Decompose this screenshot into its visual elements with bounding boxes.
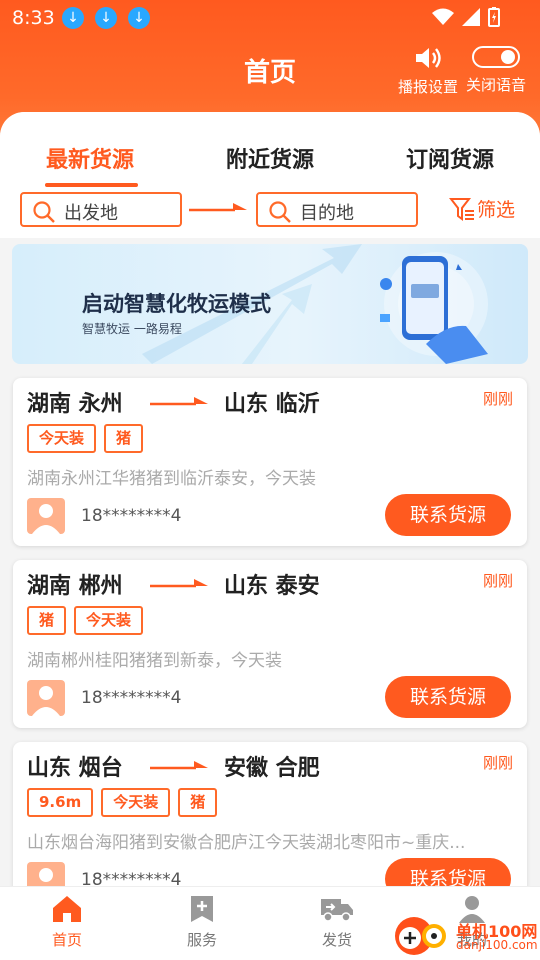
tabbar-home[interactable]: 首页 [27,895,107,950]
card-description: 湖南永州江华猪猪到临沂泰安，今天装 [27,469,316,489]
tab-subscribed[interactable]: 订阅货源 [360,142,540,174]
card-phone: 18********4 [81,688,182,708]
toggle-switch-icon [472,46,520,68]
card-time: 刚刚 [482,572,513,590]
service-icon [191,896,213,922]
watermark-url: danji100.com [456,938,538,952]
tab-latest[interactable]: 最新货源 [0,142,180,174]
card-tags: 猪 今天装 [27,606,144,635]
download-icon: ↓ [62,7,84,29]
card-origin: 湖南 永州 [27,392,123,417]
card-time: 刚刚 [482,754,513,772]
user-icon [32,504,60,534]
route-arrow-icon [189,203,247,212]
speaker-icon [416,48,441,68]
card-tag: 今天装 [101,788,171,817]
truck-icon [321,899,353,922]
card-time: 刚刚 [482,390,513,408]
tab-nearby[interactable]: 附近货源 [180,142,360,174]
card-tag: 猪 [178,788,218,817]
wifi-icon [432,8,454,25]
filter-button[interactable]: 筛选 [449,195,515,222]
cargo-card[interactable]: 湖南 永州 山东 临沂 刚刚 今天装 猪 湖南永州江华猪猪到临沂泰安，今天装 1… [13,378,527,546]
tabbar-ship[interactable]: 发货 [297,895,377,950]
download-icon: ↓ [128,7,150,29]
cargo-card[interactable]: 湖南 郴州 山东 泰安 刚刚 猪 今天装 湖南郴州桂阳猪猪到新泰，今天装 18*… [13,560,527,728]
origin-placeholder: 出发地 [64,203,118,224]
card-description: 湖南郴州桂阳猪猪到新泰，今天装 [27,651,282,671]
tab-indicator [45,183,138,187]
destination-input[interactable]: 目的地 [256,192,418,227]
contact-source-button[interactable]: 联系货源 [385,676,511,718]
card-tag: 9.6m [27,788,94,817]
tabbar-home-label: 首页 [51,931,82,949]
watermark-logo-icon [395,917,446,955]
card-origin: 山东 烟台 [27,756,123,781]
download-icon: ↓ [95,7,117,29]
cargo-card[interactable]: 山东 烟台 安徽 合肥 刚刚 9.6m 今天装 猪 山东烟台海阳猪到安徽合肥庐江… [13,742,527,910]
page-title: 首页 [243,58,296,88]
battery-icon [488,7,500,27]
destination-placeholder: 目的地 [300,203,354,224]
card-tag: 猪 [27,606,67,635]
tabbar-service[interactable]: 服务 [162,895,242,950]
voice-toggle-label: 关闭语音 [466,76,527,94]
voice-toggle[interactable]: 关闭语音 [466,46,526,95]
search-icon [33,201,55,223]
avatar [27,680,65,716]
broadcast-settings-button[interactable]: 播报设置 [398,46,458,97]
home-icon [53,896,81,922]
origin-input[interactable]: 出发地 [20,192,182,227]
card-tag: 今天装 [27,424,97,453]
tabbar-service-label: 服务 [186,931,217,949]
tabbar-ship-label: 发货 [321,931,352,949]
banner-title: 启动智慧化牧运模式 [82,292,271,316]
card-phone: 18********4 [81,506,182,526]
broadcast-settings-label: 播报设置 [398,78,459,96]
card-tags: 今天装 猪 [27,424,144,453]
card-origin: 湖南 郴州 [27,574,123,599]
card-destination: 山东 泰安 [224,574,320,599]
status-time: 8:33 [12,7,55,29]
filter-icon [449,197,474,221]
route-arrow-icon [150,761,208,770]
phone-hand-illustration [380,252,488,364]
card-tag: 今天装 [74,606,144,635]
card-tag: 猪 [104,424,144,453]
status-icons [432,7,500,27]
card-tags: 9.6m 今天装 猪 [27,788,218,817]
avatar [27,498,65,534]
source-tabs: 最新货源 附近货源 订阅货源 [0,126,540,187]
card-description: 山东烟台海阳猪到安徽合肥庐江今天装湖北枣阳市~重庆... [27,833,466,853]
route-search-row: 出发地 目的地 筛选 [0,192,540,228]
promo-banner[interactable]: 启动智慧化牧运模式 智慧牧运 一路易程 [12,244,528,364]
contact-source-button[interactable]: 联系货源 [385,494,511,536]
signal-icon [462,8,480,26]
route-arrow-icon [150,579,208,588]
card-destination: 安徽 合肥 [224,756,320,781]
search-icon [269,201,291,223]
user-icon [32,686,60,716]
panel-top: 最新货源 附近货源 订阅货源 出发地 目的地 筛选 [0,112,540,238]
banner-subtitle: 智慧牧运 一路易程 [82,322,182,336]
filter-label: 筛选 [477,199,516,221]
status-bar: 8:33 ↓ ↓ ↓ [0,0,540,36]
watermark: 单机100网 danji100.com [392,912,540,956]
card-destination: 山东 临沂 [224,392,320,417]
route-arrow-icon [150,397,208,406]
